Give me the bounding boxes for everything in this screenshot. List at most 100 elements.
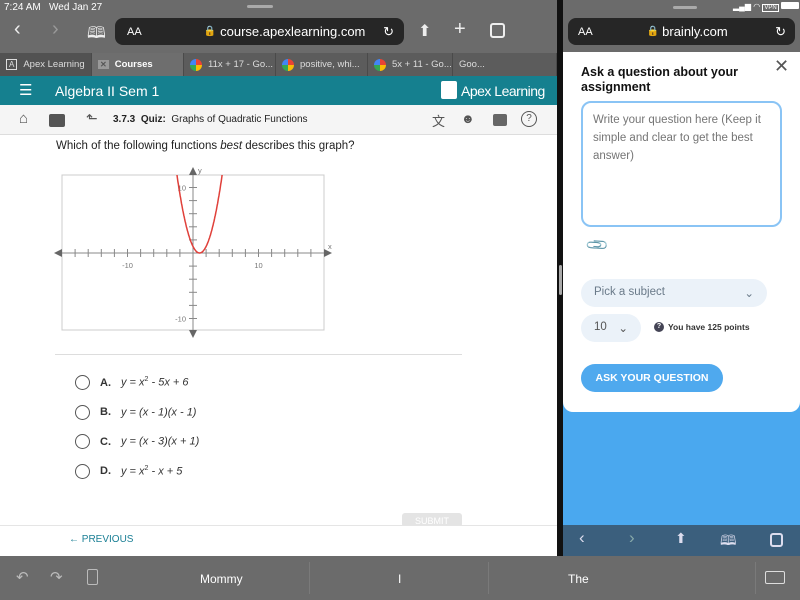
reload-icon[interactable]: ↻ <box>383 24 394 40</box>
attachment-icon[interactable]: 📎 <box>584 232 610 258</box>
help-icon: ? <box>654 322 664 332</box>
option-formula: y = (x - 3)(x + 1) <box>121 435 200 448</box>
battery-icon <box>780 2 799 9</box>
lesson-number: 3.7.3 <box>113 114 136 125</box>
quadratic-graph: -10 1010-10xy <box>54 166 332 338</box>
x-tick-label: -10 <box>122 261 133 270</box>
close-icon[interactable]: ✕ <box>98 60 109 69</box>
share-icon[interactable]: ⬆ <box>418 21 431 41</box>
radio-button[interactable] <box>75 404 90 420</box>
chevron-down-icon: ⌄ <box>618 323 628 335</box>
reload-icon[interactable]: ↻ <box>775 24 786 40</box>
multitask-handle[interactable] <box>673 6 697 9</box>
share-icon[interactable]: ⬆ <box>675 530 687 547</box>
x-tick-label: 10 <box>254 261 262 270</box>
option-letter: B. <box>100 406 111 418</box>
tabs-icon[interactable] <box>770 533 783 547</box>
print-icon[interactable] <box>493 114 507 126</box>
back-icon[interactable]: ‹ <box>579 528 585 548</box>
url-text[interactable]: course.apexlearning.com <box>220 24 365 39</box>
divider <box>755 562 756 594</box>
subject-select[interactable]: Pick a subject ⌄ <box>581 279 767 307</box>
briefcase-icon[interactable] <box>49 114 65 127</box>
y-tick-label: -10 <box>175 315 186 324</box>
right-browser-chrome: ▂▄▆ ◠ VPN AA 🔒 brainly.com ↻ <box>563 0 800 52</box>
radio-button[interactable] <box>75 463 90 479</box>
ask-question-button[interactable]: ASK YOUR QUESTION <box>581 364 723 392</box>
answer-option-c[interactable]: C. y = (x - 3)(x + 1) <box>75 434 199 449</box>
points-info: ? You have 125 points <box>654 322 750 332</box>
forward-icon[interactable]: › <box>629 528 635 548</box>
answer-option-b[interactable]: B. y = (x - 1)(x - 1) <box>75 404 197 420</box>
text-size-button[interactable]: AA <box>127 26 142 38</box>
points-select[interactable]: 10 ⌄ <box>581 314 641 342</box>
bookmarks-icon[interactable]: 🕮 <box>720 530 737 554</box>
apex-icon: A <box>6 59 18 70</box>
tab-google-4[interactable]: Goo... <box>453 53 557 76</box>
read-aloud-icon[interactable]: ☻ <box>461 111 475 126</box>
course-title: Algebra II Sem 1 <box>55 83 160 99</box>
translate-icon[interactable]: 文 <box>432 111 445 130</box>
course-header: ☰ Algebra II Sem 1 Apex Learning <box>0 76 557 105</box>
suggestion-3[interactable]: The <box>568 572 589 586</box>
option-letter: D. <box>100 465 111 477</box>
address-bar[interactable]: AA 🔒 brainly.com ↻ <box>568 18 795 45</box>
menu-icon[interactable]: ☰ <box>19 81 32 99</box>
right-bottom-toolbar: ‹ › ⬆ 🕮 <box>563 525 800 556</box>
suggestion-2[interactable]: I <box>398 572 401 586</box>
option-formula: y = x2 - 5x + 6 <box>121 376 189 389</box>
lock-icon: 🔒 <box>203 26 217 37</box>
multitask-handle[interactable] <box>247 5 273 8</box>
tab-google-1[interactable]: 11x + 17 - Go... <box>184 53 276 76</box>
y-axis-label: y <box>198 166 202 175</box>
address-bar[interactable]: AA 🔒 course.apexlearning.com ↻ <box>115 18 404 45</box>
breadcrumb: ⌂ ⬑ 3.7.3 Quiz: Graphs of Quadratic Func… <box>0 105 557 135</box>
google-icon <box>374 58 386 71</box>
redo-icon[interactable]: ↷ <box>50 568 63 586</box>
tab-google-2[interactable]: positive, whi... <box>276 53 368 76</box>
modal-title: Ask a question about your assignment <box>581 65 738 94</box>
y-axis-arrow-up <box>189 167 197 175</box>
back-icon[interactable]: ‹ <box>14 18 21 41</box>
apex-logo: Apex Learning <box>461 83 545 99</box>
answer-option-a[interactable]: A. y = x2 - 5x + 6 <box>75 375 189 390</box>
forward-icon[interactable]: › <box>52 18 59 41</box>
question-input[interactable] <box>581 101 782 227</box>
tab-apex-learning[interactable]: A Apex Learning <box>0 53 92 76</box>
suggestion-1[interactable]: Mommy <box>200 572 243 586</box>
quiz-content: Which of the following functions best de… <box>0 135 557 527</box>
tab-google-3[interactable]: 5x + 11 - Go... <box>368 53 453 76</box>
bookmarks-icon[interactable]: 🕮 <box>87 22 106 49</box>
tab-bar: A Apex Learning ✕ Courses 11x + 17 - Go...… <box>0 53 557 76</box>
up-arrow-icon[interactable]: ⬑ <box>86 110 98 127</box>
help-icon[interactable]: ? <box>521 111 537 127</box>
divider <box>309 562 310 594</box>
lock-icon: 🔒 <box>646 26 660 37</box>
radio-button[interactable] <box>75 375 90 390</box>
option-letter: C. <box>100 435 111 448</box>
divider <box>55 354 462 355</box>
paste-icon[interactable] <box>87 569 98 585</box>
chevron-down-icon: ⌄ <box>744 288 754 300</box>
tab-courses[interactable]: ✕ Courses <box>92 53 184 76</box>
option-formula: y = (x - 1)(x - 1) <box>121 406 197 419</box>
option-formula: y = x2 - x + 5 <box>121 464 183 478</box>
google-icon <box>190 58 202 71</box>
previous-button[interactable]: ← PREVIOUS <box>69 534 133 545</box>
text-size-button[interactable]: AA <box>578 26 593 38</box>
new-tab-icon[interactable]: + <box>454 18 466 41</box>
keyboard-shortcut-bar: ↶ ↷ Mommy I The <box>0 556 800 600</box>
undo-icon[interactable]: ↶ <box>16 568 29 586</box>
option-letter: A. <box>100 376 111 389</box>
x-axis-label: x <box>328 242 332 251</box>
apex-logo-icon <box>441 81 457 99</box>
radio-button[interactable] <box>75 434 90 449</box>
x-axis-arrow-left <box>54 249 62 257</box>
ask-question-modal: Ask a question about your assignment ✕ 📎… <box>563 52 800 412</box>
close-icon[interactable]: ✕ <box>774 56 789 77</box>
answer-option-d[interactable]: D. y = x2 - x + 5 <box>75 463 183 479</box>
home-icon[interactable]: ⌂ <box>19 110 28 127</box>
tabs-icon[interactable] <box>490 23 505 38</box>
keyboard-icon[interactable] <box>765 571 785 584</box>
url-text[interactable]: brainly.com <box>662 24 728 39</box>
